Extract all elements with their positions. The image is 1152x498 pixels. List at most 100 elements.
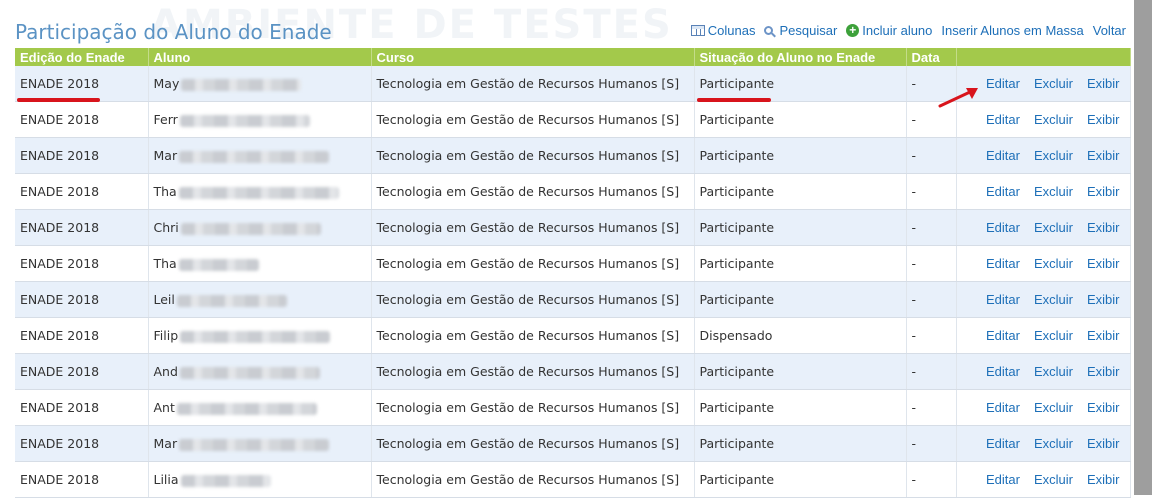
cell-student: Leil	[148, 281, 372, 318]
toolbar: Colunas Pesquisar + Incluir aluno Inseri…	[690, 23, 1126, 38]
cell-student: Mar	[148, 137, 372, 174]
table-row[interactable]: ENADE 2018 Filip Tecnologia em Gestão de R…	[15, 317, 1131, 354]
view-link[interactable]: Exibir	[1087, 220, 1120, 235]
cell-student: May	[148, 66, 372, 102]
view-link[interactable]: Exibir	[1087, 112, 1120, 127]
view-link[interactable]: Exibir	[1087, 328, 1120, 343]
edit-link[interactable]: Editar	[986, 400, 1020, 415]
table-row[interactable]: ENADE 2018 Leil Tecnologia em Gestão de Re…	[15, 281, 1131, 318]
delete-link[interactable]: Excluir	[1034, 76, 1073, 91]
delete-link[interactable]: Excluir	[1034, 220, 1073, 235]
cell-student: Tha	[148, 173, 372, 210]
student-name-prefix: Leil	[153, 292, 175, 307]
view-link[interactable]: Exibir	[1087, 472, 1120, 487]
edit-link[interactable]: Editar	[986, 112, 1020, 127]
delete-link[interactable]: Excluir	[1034, 328, 1073, 343]
cell-edition: ENADE 2018	[15, 317, 149, 354]
cell-student: And	[148, 353, 372, 390]
table-row[interactable]: ENADE 2018 Chri Tecnologia em Gestão de Re…	[15, 209, 1131, 246]
annotation-underline-edition	[17, 98, 100, 102]
cell-status: Participante	[694, 137, 907, 174]
vertical-scrollbar[interactable]	[1134, 0, 1152, 495]
table-row[interactable]: ENADE 2018 Lilia Tecnologia em Gestão de R…	[15, 461, 1131, 498]
edit-link[interactable]: Editar	[986, 148, 1020, 163]
redacted-name	[179, 438, 330, 451]
view-link[interactable]: Exibir	[1087, 76, 1120, 91]
delete-link[interactable]: Excluir	[1034, 148, 1073, 163]
add-student-button[interactable]: + Incluir aluno	[846, 23, 932, 38]
cell-actions: Editar Excluir Exibir	[956, 353, 1131, 390]
delete-link[interactable]: Excluir	[1034, 400, 1073, 415]
cell-edition: ENADE 2018	[15, 281, 149, 318]
delete-link[interactable]: Excluir	[1034, 292, 1073, 307]
cell-date: -	[906, 353, 957, 390]
cell-course: Tecnologia em Gestão de Recursos Humanos…	[371, 353, 695, 390]
column-header-date[interactable]: Data	[906, 48, 957, 66]
cell-actions: Editar Excluir Exibir	[956, 389, 1131, 426]
edit-link[interactable]: Editar	[986, 364, 1020, 379]
cell-status: Participante	[694, 101, 907, 138]
cell-status: Participante	[694, 281, 907, 318]
view-link[interactable]: Exibir	[1087, 256, 1120, 271]
cell-course: Tecnologia em Gestão de Recursos Humanos…	[371, 461, 695, 498]
columns-button[interactable]: Colunas	[690, 23, 755, 38]
table-row[interactable]: ENADE 2018 Ant Tecnologia em Gestão de Rec…	[15, 389, 1131, 426]
cell-edition: ENADE 2018	[15, 245, 149, 282]
table-row[interactable]: ENADE 2018 Mar Tecnologia em Gestão de Rec…	[15, 137, 1131, 174]
view-link[interactable]: Exibir	[1087, 292, 1120, 307]
student-name-prefix: Ant	[153, 400, 175, 415]
back-button[interactable]: Voltar	[1093, 23, 1126, 38]
columns-icon	[690, 25, 705, 36]
cell-course: Tecnologia em Gestão de Recursos Humanos…	[371, 425, 695, 462]
edit-link[interactable]: Editar	[986, 328, 1020, 343]
cell-course: Tecnologia em Gestão de Recursos Humanos…	[371, 66, 695, 102]
edit-link[interactable]: Editar	[986, 184, 1020, 199]
student-name-prefix: Filip	[153, 328, 179, 343]
edit-link[interactable]: Editar	[986, 292, 1020, 307]
column-header-edition[interactable]: Edição do Enade	[15, 48, 149, 66]
edit-link[interactable]: Editar	[986, 76, 1020, 91]
students-table: Edição do Enade Aluno Curso Situação do …	[15, 48, 1131, 498]
edit-link[interactable]: Editar	[986, 220, 1020, 235]
view-link[interactable]: Exibir	[1087, 148, 1120, 163]
table-row[interactable]: ENADE 2018 Mar Tecnologia em Gestão de Rec…	[15, 425, 1131, 462]
redacted-name	[176, 294, 287, 307]
cell-edition: ENADE 2018	[15, 389, 149, 426]
cell-date: -	[906, 317, 957, 354]
cell-course: Tecnologia em Gestão de Recursos Humanos…	[371, 209, 695, 246]
column-header-student[interactable]: Aluno	[148, 48, 372, 66]
view-link[interactable]: Exibir	[1087, 436, 1120, 451]
delete-link[interactable]: Excluir	[1034, 256, 1073, 271]
cell-edition: ENADE 2018	[15, 66, 149, 102]
bulk-insert-button[interactable]: Inserir Alunos em Massa	[941, 23, 1083, 38]
delete-link[interactable]: Excluir	[1034, 184, 1073, 199]
redacted-name	[180, 474, 271, 487]
edit-link[interactable]: Editar	[986, 472, 1020, 487]
delete-link[interactable]: Excluir	[1034, 364, 1073, 379]
view-link[interactable]: Exibir	[1087, 400, 1120, 415]
table-row[interactable]: ENADE 2018 And Tecnologia em Gestão de Rec…	[15, 353, 1131, 390]
edit-link[interactable]: Editar	[986, 256, 1020, 271]
student-name-prefix: And	[153, 364, 178, 379]
cell-date: -	[906, 173, 957, 210]
cell-status: Participante	[694, 209, 907, 246]
edit-link[interactable]: Editar	[986, 436, 1020, 451]
cell-actions: Editar Excluir Exibir	[956, 425, 1131, 462]
column-header-course[interactable]: Curso	[371, 48, 695, 66]
table-row[interactable]: ENADE 2018 Tha Tecnologia em Gestão de Rec…	[15, 245, 1131, 282]
column-header-status[interactable]: Situação do Aluno no Enade	[694, 48, 907, 66]
cell-edition: ENADE 2018	[15, 209, 149, 246]
delete-link[interactable]: Excluir	[1034, 472, 1073, 487]
cell-course: Tecnologia em Gestão de Recursos Humanos…	[371, 281, 695, 318]
delete-link[interactable]: Excluir	[1034, 436, 1073, 451]
cell-actions: Editar Excluir Exibir	[956, 461, 1131, 498]
view-link[interactable]: Exibir	[1087, 184, 1120, 199]
table-row[interactable]: ENADE 2018 Tha Tecnologia em Gestão de Rec…	[15, 173, 1131, 210]
view-link[interactable]: Exibir	[1087, 364, 1120, 379]
search-button[interactable]: Pesquisar	[764, 23, 837, 38]
delete-link[interactable]: Excluir	[1034, 112, 1073, 127]
search-label: Pesquisar	[779, 23, 838, 38]
cell-student: Mar	[148, 425, 372, 462]
cell-edition: ENADE 2018	[15, 173, 149, 210]
cell-course: Tecnologia em Gestão de Recursos Humanos…	[371, 101, 695, 138]
